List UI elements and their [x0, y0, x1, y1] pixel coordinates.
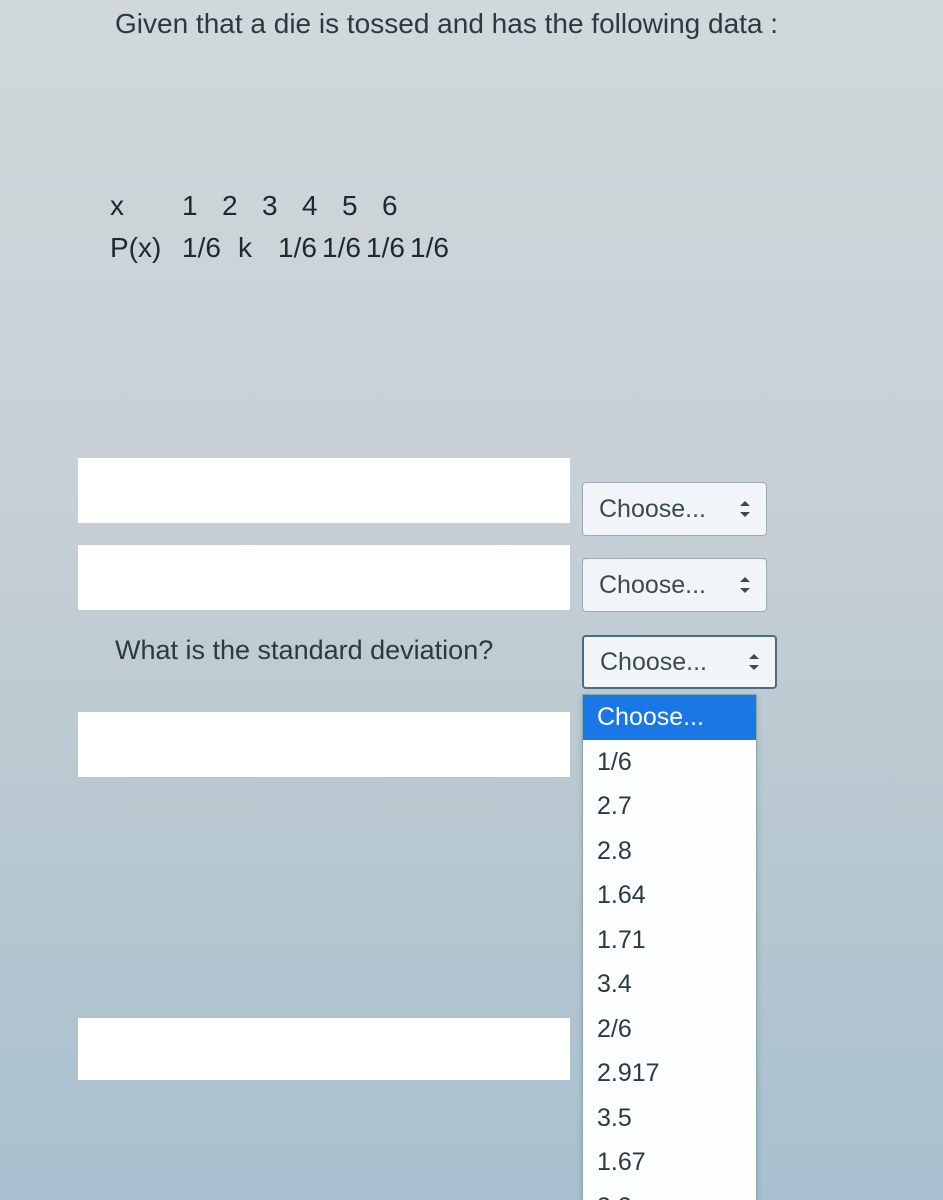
dropdown-option[interactable]: 3.5 — [583, 1096, 756, 1141]
select-value: Choose... — [599, 571, 706, 600]
px-val: 1/6 — [410, 232, 454, 264]
sort-caret-icon — [738, 577, 752, 593]
redacted-block — [78, 1018, 570, 1080]
px-val: 1/6 — [322, 232, 366, 264]
dropdown-option[interactable]: 2.917 — [583, 1051, 756, 1096]
redacted-block — [78, 712, 570, 777]
x-val: 6 — [382, 190, 422, 222]
dropdown-option[interactable]: 2/6 — [583, 1007, 756, 1052]
dropdown-option[interactable]: 1.64 — [583, 873, 756, 918]
x-val: 1 — [182, 190, 222, 222]
x-val: 5 — [342, 190, 382, 222]
table-row-x: x 1 2 3 4 5 6 — [110, 190, 454, 222]
dropdown-option[interactable]: 2.7 — [583, 784, 756, 829]
px-val: k — [238, 232, 278, 264]
sort-caret-icon — [747, 654, 761, 670]
dropdown-option[interactable]: 1.67 — [583, 1140, 756, 1185]
answer-select-1[interactable]: Choose... — [582, 482, 767, 536]
subquestion-label: What is the standard deviation? — [115, 635, 493, 666]
row-label-x: x — [110, 190, 182, 222]
answer-dropdown-list[interactable]: Choose...1/62.72.81.641.713.42/62.9173.5… — [582, 694, 757, 1200]
dropdown-option[interactable]: 1/6 — [583, 740, 756, 785]
dropdown-option[interactable]: 3.4 — [583, 962, 756, 1007]
px-val: 1/6 — [366, 232, 410, 264]
table-row-px: P(x) 1/6 k 1/6 1/6 1/6 1/6 — [110, 232, 454, 264]
quiz-page: Given that a die is tossed and has the f… — [0, 0, 943, 1200]
dropdown-option[interactable]: 3.3 — [583, 1185, 756, 1200]
x-val: 4 — [302, 190, 342, 222]
px-val: 1/6 — [278, 232, 322, 264]
dropdown-option[interactable]: 1.71 — [583, 918, 756, 963]
select-value: Choose... — [599, 495, 706, 524]
redacted-block — [78, 545, 570, 610]
redacted-block — [78, 458, 570, 523]
answer-select-3[interactable]: Choose... — [582, 635, 777, 689]
answer-select-2[interactable]: Choose... — [582, 558, 767, 612]
sort-caret-icon — [738, 501, 752, 517]
row-label-px: P(x) — [110, 232, 182, 264]
x-val: 3 — [262, 190, 302, 222]
question-prompt: Given that a die is tossed and has the f… — [115, 8, 778, 40]
dropdown-option[interactable]: Choose... — [583, 695, 756, 740]
px-val: 1/6 — [182, 232, 238, 264]
probability-table: x 1 2 3 4 5 6 P(x) 1/6 k 1/6 1/6 1/6 1/6 — [110, 190, 454, 274]
dropdown-option[interactable]: 2.8 — [583, 829, 756, 874]
x-val: 2 — [222, 190, 262, 222]
select-value: Choose... — [600, 648, 707, 677]
